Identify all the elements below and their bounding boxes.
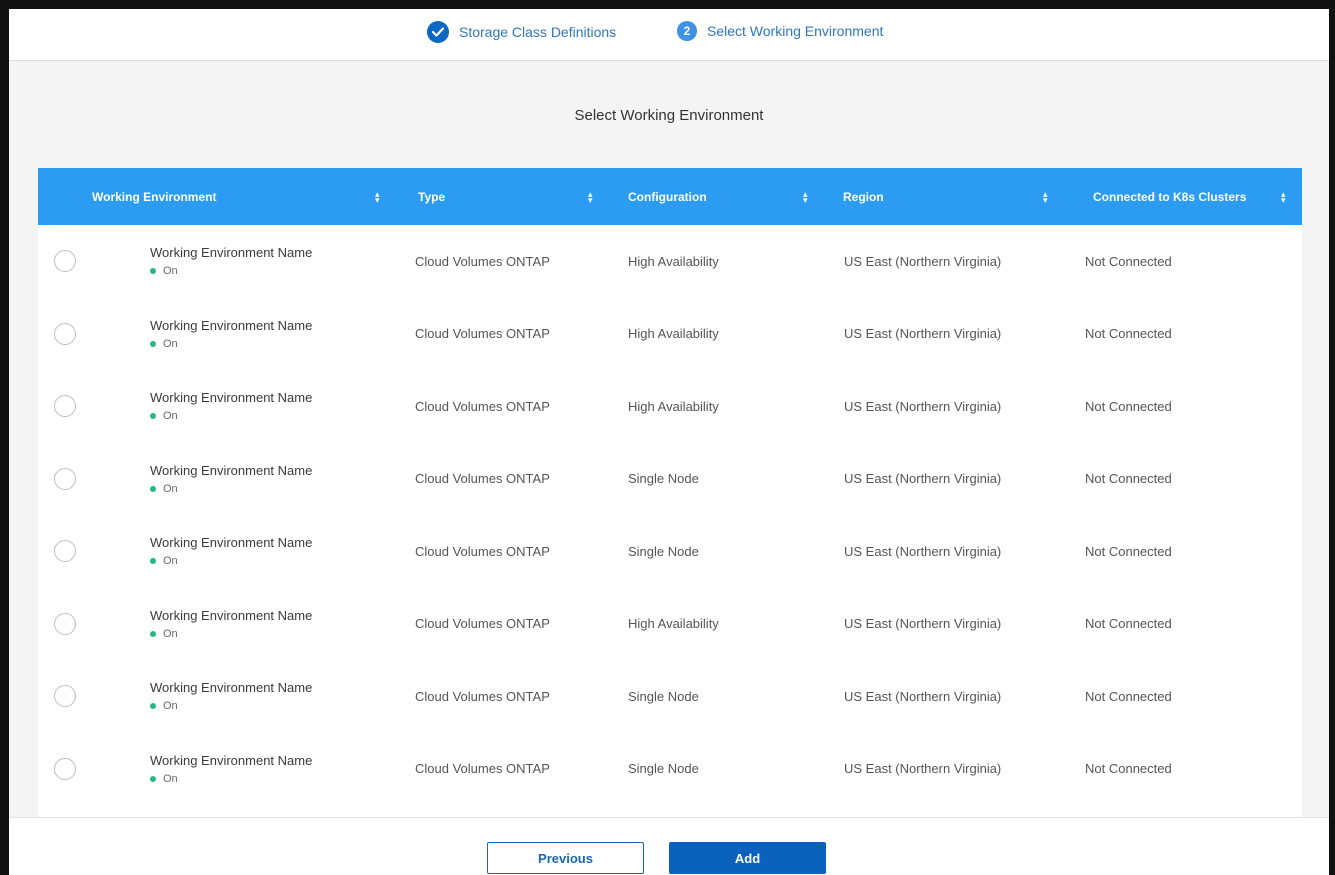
- working-environment-name: Working Environment Name: [150, 317, 313, 333]
- region-cell: US East (Northern Virginia): [844, 326, 1002, 342]
- working-environment-name: Working Environment Name: [150, 752, 313, 768]
- step-number-badge: 2: [677, 21, 697, 41]
- configuration-cell: Single Node: [628, 471, 699, 487]
- wizard-footer: Previous Add: [9, 817, 1329, 875]
- status-dot-icon: [150, 413, 156, 419]
- configuration-cell: High Availability: [628, 616, 719, 632]
- sort-icon: ▴ ▾: [1043, 188, 1048, 205]
- sort-icon: ▴ ▾: [375, 188, 380, 205]
- connected-cell: Not Connected: [1085, 761, 1172, 777]
- status-dot-icon: [150, 340, 156, 347]
- region-cell: US East (Northern Virginia): [844, 616, 1002, 632]
- step-select-working-environment[interactable]: 2 Select Working Environment: [677, 21, 883, 41]
- connected-cell: Not Connected: [1085, 688, 1172, 704]
- sort-icon: ▴ ▾: [588, 188, 593, 205]
- row-select-radio[interactable]: [54, 250, 76, 273]
- connected-cell: Not Connected: [1085, 471, 1172, 487]
- row-select-radio[interactable]: [54, 467, 76, 490]
- type-cell: Cloud Volumes ONTAP: [415, 616, 550, 632]
- configuration-cell: Single Node: [628, 543, 699, 559]
- working-environment-name: Working Environment Name: [150, 390, 313, 405]
- table-header: Working Environment ▴ ▾ Type ▴ ▾ Configura…: [38, 168, 1302, 225]
- type-cell: Cloud Volumes ONTAP: [415, 398, 550, 414]
- row-select-radio[interactable]: [54, 612, 76, 635]
- table-row[interactable]: Working Environment Name On Cloud Volume…: [38, 443, 1302, 516]
- table-body: Working Environment Name On Cloud Volume…: [38, 225, 1302, 805]
- type-cell: Cloud Volumes ONTAP: [415, 761, 550, 777]
- status-dot-icon: [150, 630, 156, 637]
- table-row[interactable]: Working Environment Name On Cloud Volume…: [38, 225, 1302, 298]
- status-dot-icon: [150, 485, 156, 492]
- type-cell: Cloud Volumes ONTAP: [415, 326, 550, 342]
- working-environment-table: Working Environment ▴ ▾ Type ▴ ▾ Configura…: [38, 168, 1302, 817]
- table-row[interactable]: Working Environment Name On Cloud Volume…: [38, 660, 1302, 733]
- row-select-radio[interactable]: [54, 757, 76, 780]
- status-indicator: On: [150, 773, 178, 785]
- status-indicator: On: [150, 410, 178, 422]
- working-environment-name: Working Environment Name: [150, 680, 313, 695]
- row-select-radio[interactable]: [54, 685, 76, 708]
- step-label: Storage Class Definitions: [459, 24, 617, 40]
- status-indicator: On: [150, 483, 178, 495]
- table-row[interactable]: Working Environment Name On Cloud Volume…: [38, 370, 1302, 443]
- working-environment-name: Working Environment Name: [150, 607, 313, 623]
- configuration-cell: High Availability: [628, 253, 719, 269]
- region-cell: US East (Northern Virginia): [844, 471, 1002, 487]
- type-cell: Cloud Volumes ONTAP: [415, 253, 550, 269]
- sort-icon: ▴ ▾: [803, 188, 808, 205]
- connected-cell: Not Connected: [1085, 326, 1172, 342]
- status-indicator: On: [150, 700, 178, 712]
- sort-icon: ▴ ▾: [1281, 188, 1286, 205]
- connected-cell: Not Connected: [1085, 543, 1172, 559]
- region-cell: US East (Northern Virginia): [844, 253, 1002, 269]
- type-cell: Cloud Volumes ONTAP: [415, 471, 550, 487]
- region-cell: US East (Northern Virginia): [844, 398, 1002, 414]
- connected-cell: Not Connected: [1085, 616, 1172, 632]
- table-row[interactable]: Working Environment Name On Cloud Volume…: [38, 733, 1302, 806]
- type-cell: Cloud Volumes ONTAP: [415, 543, 550, 559]
- status-indicator: On: [150, 338, 178, 350]
- table-row[interactable]: Working Environment Name On Cloud Volume…: [38, 515, 1302, 588]
- step-label: Select Working Environment: [707, 23, 884, 39]
- working-environment-name: Working Environment Name: [150, 245, 313, 260]
- status-dot-icon: [150, 775, 156, 782]
- status-indicator: On: [150, 555, 178, 567]
- working-environment-name: Working Environment Name: [150, 462, 313, 478]
- working-environment-name: Working Environment Name: [150, 535, 313, 550]
- connected-cell: Not Connected: [1085, 398, 1172, 414]
- configuration-cell: High Availability: [628, 398, 719, 414]
- previous-button[interactable]: Previous: [487, 842, 644, 874]
- region-cell: US East (Northern Virginia): [844, 761, 1002, 777]
- step-storage-class-definitions[interactable]: Storage Class Definitions: [427, 21, 616, 43]
- configuration-cell: Single Node: [628, 761, 699, 777]
- table-row[interactable]: Working Environment Name On Cloud Volume…: [38, 588, 1302, 661]
- wizard-stepper: Storage Class Definitions 2 Select Worki…: [9, 9, 1329, 61]
- status-dot-icon: [150, 558, 156, 564]
- table-row[interactable]: Working Environment Name On Cloud Volume…: [38, 298, 1302, 371]
- status-dot-icon: [150, 268, 156, 274]
- region-cell: US East (Northern Virginia): [844, 543, 1002, 559]
- add-button[interactable]: Add: [669, 842, 826, 874]
- check-icon: [427, 21, 449, 43]
- wizard-frame: Storage Class Definitions 2 Select Worki…: [0, 0, 1335, 875]
- type-cell: Cloud Volumes ONTAP: [415, 688, 550, 704]
- connected-cell: Not Connected: [1085, 253, 1172, 269]
- page-title: Select Working Environment: [574, 107, 764, 124]
- configuration-cell: High Availability: [628, 326, 719, 342]
- row-select-radio[interactable]: [54, 322, 76, 345]
- status-indicator: On: [150, 265, 178, 277]
- row-select-radio[interactable]: [54, 540, 76, 563]
- status-indicator: On: [150, 628, 178, 640]
- region-cell: US East (Northern Virginia): [844, 688, 1002, 704]
- status-dot-icon: [150, 703, 156, 709]
- configuration-cell: Single Node: [628, 688, 699, 704]
- row-select-radio[interactable]: [54, 395, 76, 418]
